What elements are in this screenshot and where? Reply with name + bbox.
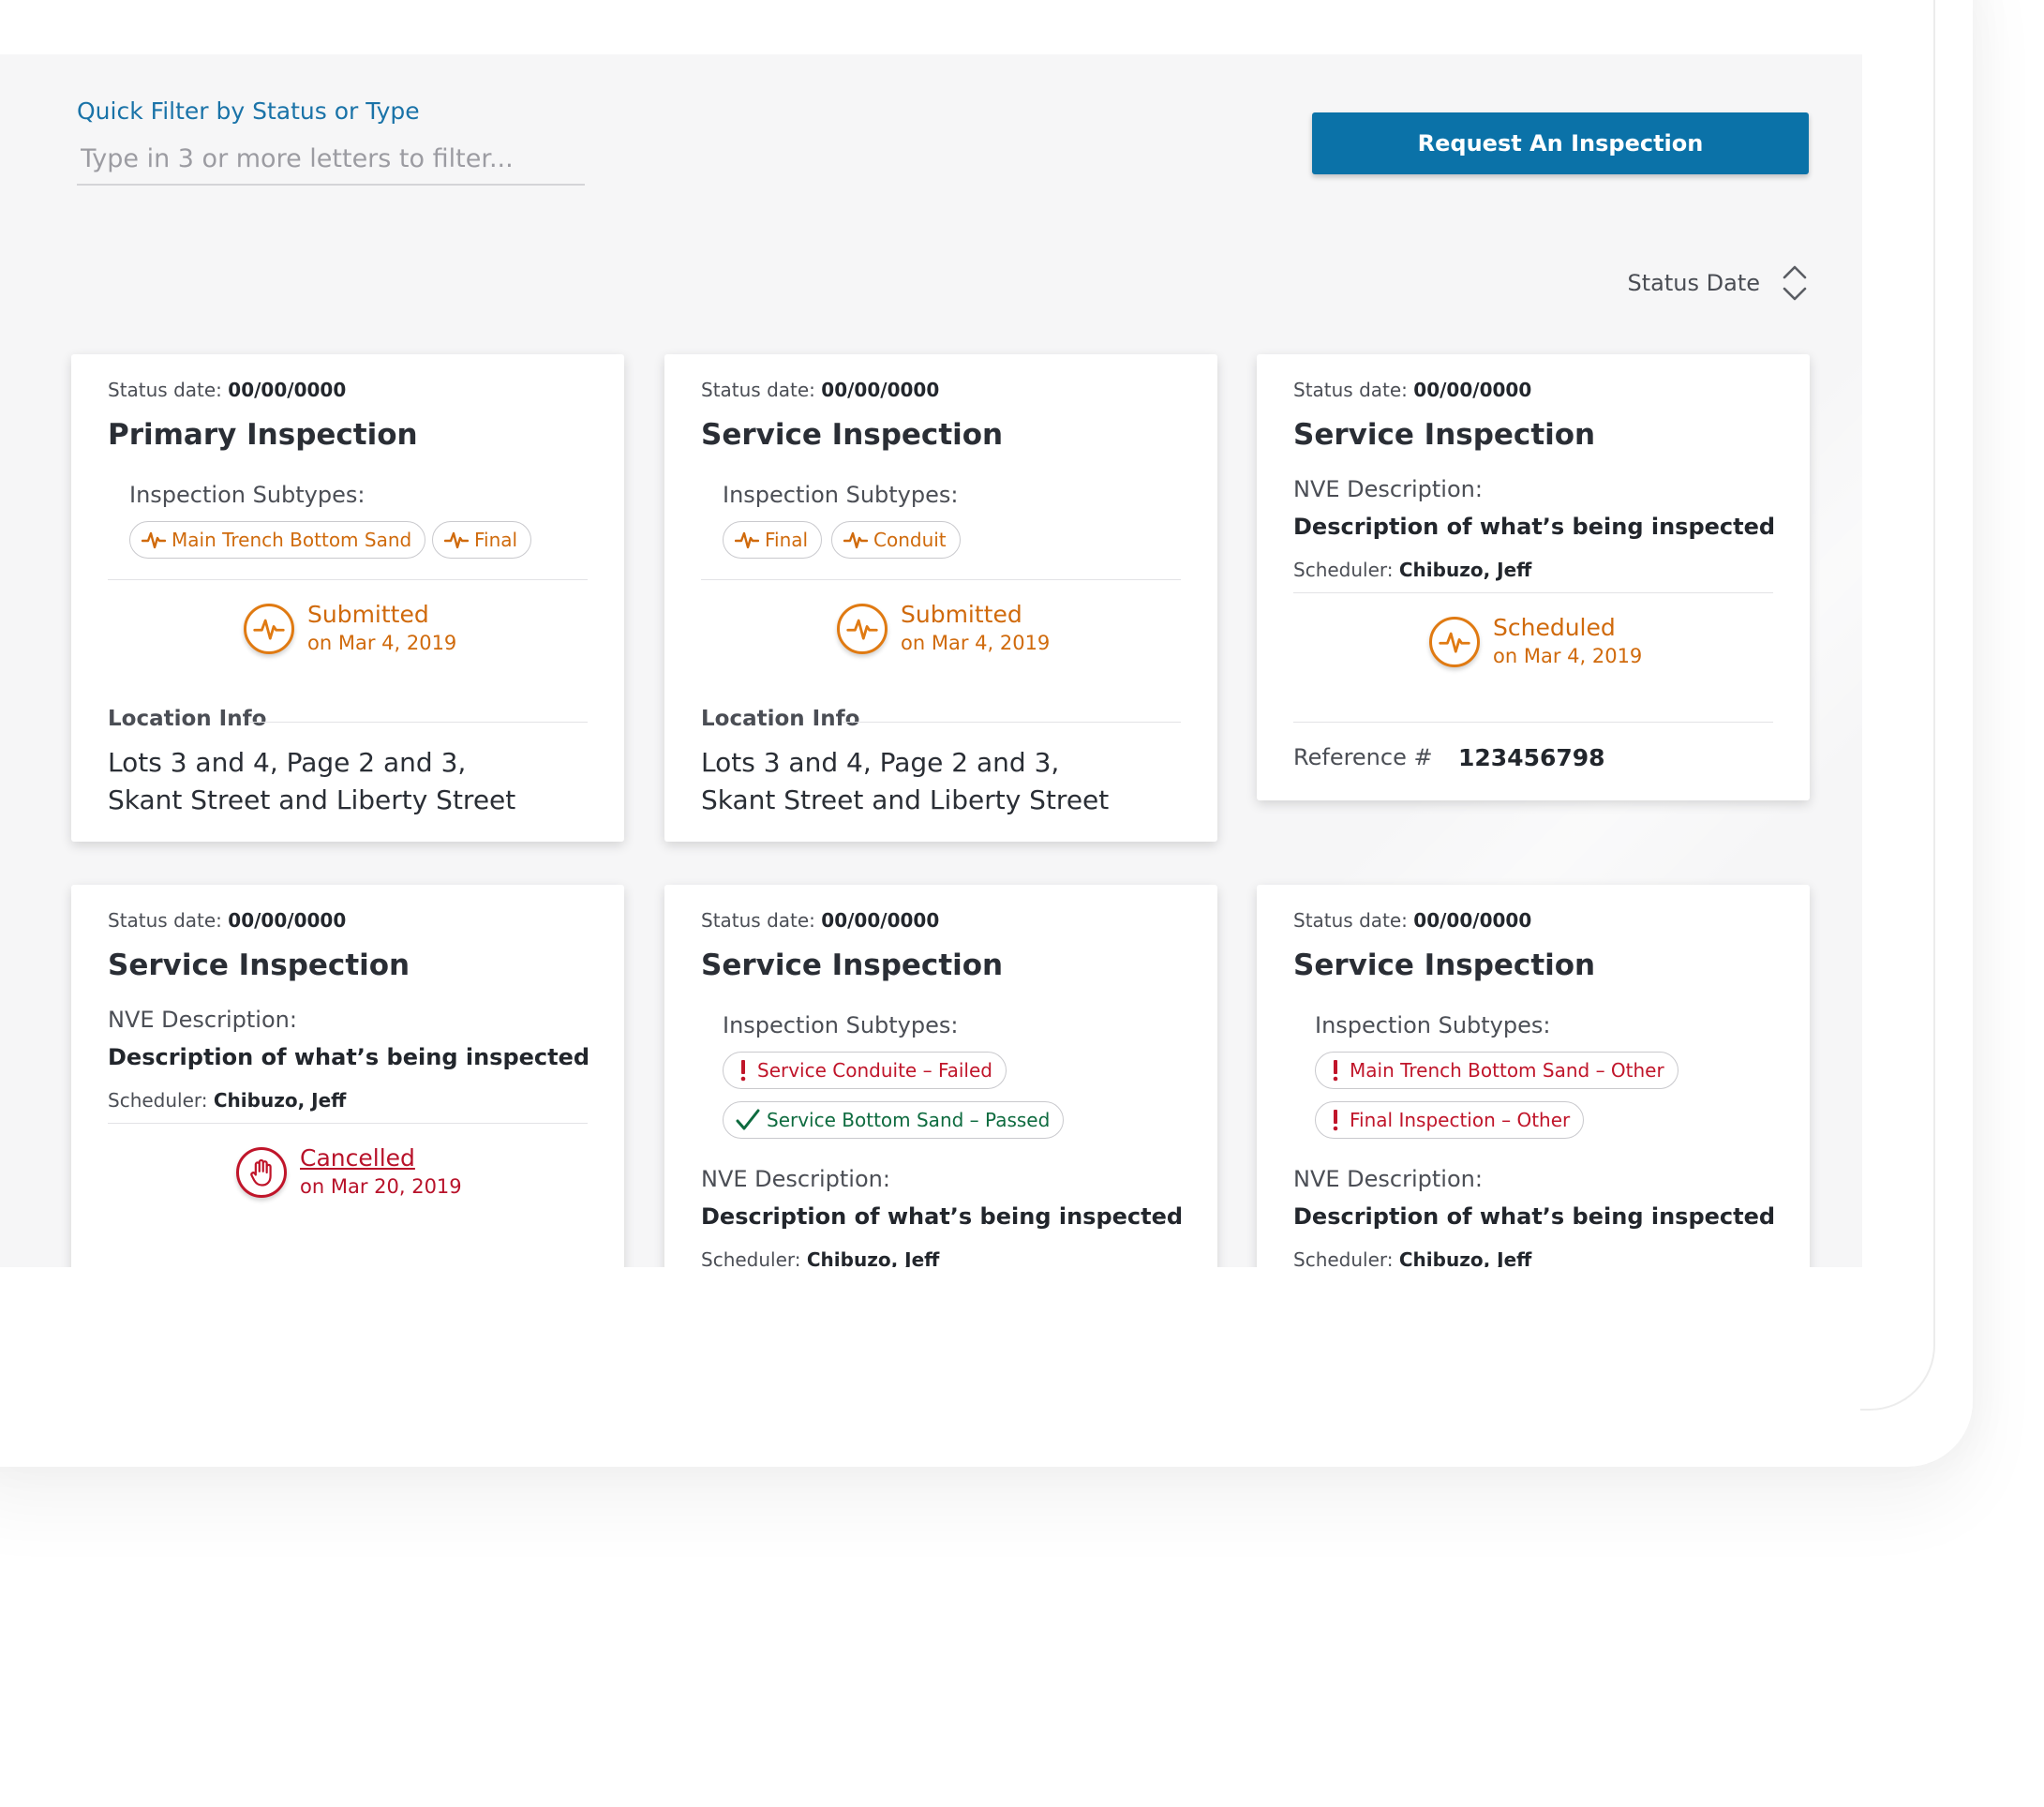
card-title: Service Inspection xyxy=(701,948,1004,982)
location-text: Lots 3 and 4, Page 2 and 3, Skant Street… xyxy=(701,747,1110,815)
status-on-date: on Mar 4, 2019 xyxy=(307,632,457,654)
divider xyxy=(108,1123,588,1124)
status-block: Cancelled on Mar 20, 2019 xyxy=(236,1143,462,1200)
status-date: Status date: 00/00/0000 xyxy=(1293,379,1532,401)
inspection-card[interactable]: Status date: 00/00/0000 Service Inspecti… xyxy=(664,885,1217,1267)
scheduler: Scheduler: Chibuzo, Jeff xyxy=(108,1089,347,1112)
quick-filter-label: Quick Filter by Status or Type xyxy=(77,97,420,125)
status-on-date: on Mar 4, 2019 xyxy=(901,632,1051,654)
subtype-pill[interactable]: Final xyxy=(432,521,532,559)
exclamation-icon xyxy=(1333,1060,1338,1082)
status-circle xyxy=(837,604,888,654)
status-circle xyxy=(236,1147,287,1198)
status-date: Status date: 00/00/0000 xyxy=(701,379,940,401)
nve-description: Description of what’s being inspected xyxy=(108,1044,590,1070)
subtype-pill[interactable]: Service Conduite – Failed xyxy=(723,1052,1007,1089)
scheduler: Scheduler: Chibuzo, Jeff xyxy=(1293,559,1532,581)
inspection-card[interactable]: Status date: 00/00/0000 Primary Inspecti… xyxy=(71,354,624,842)
location-label: Location Info xyxy=(701,707,860,731)
subtypes-label: Inspection Subtypes: xyxy=(723,482,959,508)
inspection-card[interactable]: Status date: 00/00/0000 Service Inspecti… xyxy=(1257,885,1810,1267)
inspection-card[interactable]: Status date: 00/00/0000 Service Inspecti… xyxy=(71,885,624,1267)
subtype-pill[interactable]: Final Inspection – Other xyxy=(1315,1101,1585,1139)
pulse-icon xyxy=(1439,632,1470,653)
nve-description: Description of what’s being inspected xyxy=(1293,1203,1776,1230)
card-title: Service Inspection xyxy=(1293,948,1596,982)
divider xyxy=(1293,722,1773,723)
pulse-icon xyxy=(735,531,759,549)
status-block: Scheduled on Mar 4, 2019 xyxy=(1429,613,1642,669)
sort-label: Status Date xyxy=(1627,270,1760,296)
status-date: Status date: 00/00/0000 xyxy=(108,379,347,401)
location-divider xyxy=(843,722,1181,723)
status-circle xyxy=(1429,617,1480,667)
subtypes-label: Inspection Subtypes: xyxy=(723,1012,959,1038)
nve-description: Description of what’s being inspected xyxy=(1293,514,1776,540)
hand-stop-icon xyxy=(250,1158,272,1187)
subtype-pill[interactable]: Service Bottom Sand – Passed xyxy=(723,1101,1065,1139)
card-title: Service Inspection xyxy=(701,418,1004,452)
subtypes-label: Inspection Subtypes: xyxy=(129,482,366,508)
device-frame: Quick Filter by Status or Type Request A… xyxy=(0,0,1973,1467)
app-screen: Quick Filter by Status or Type Request A… xyxy=(0,54,1862,1267)
status-circle xyxy=(244,604,294,654)
card-title: Primary Inspection xyxy=(108,418,418,452)
status-on-date: on Mar 20, 2019 xyxy=(300,1175,462,1198)
subtype-pill[interactable]: Main Trench Bottom Sand xyxy=(129,521,426,559)
subtype-pill[interactable]: Final xyxy=(723,521,823,559)
pulse-icon xyxy=(444,531,469,549)
status-text: Submitted xyxy=(901,601,1022,628)
pulse-icon xyxy=(846,619,878,640)
divider xyxy=(108,579,588,580)
location-divider xyxy=(249,722,588,723)
subtypes-label: Inspection Subtypes: xyxy=(1315,1012,1551,1038)
divider xyxy=(1293,592,1773,593)
scheduler: Scheduler: Chibuzo, Jeff xyxy=(1293,1248,1532,1267)
request-inspection-button[interactable]: Request An Inspection xyxy=(1312,112,1809,174)
device-edge xyxy=(1860,0,1935,1411)
reference-value: 123456798 xyxy=(1458,744,1605,771)
check-icon xyxy=(736,1109,760,1130)
location-label: Location Info xyxy=(108,707,267,731)
exclamation-icon xyxy=(740,1060,746,1082)
cancelled-link[interactable]: Cancelled xyxy=(300,1143,462,1173)
exclamation-icon xyxy=(1333,1110,1338,1131)
card-title: Service Inspection xyxy=(1293,418,1596,452)
nve-label: NVE Description: xyxy=(108,1007,297,1033)
pulse-icon xyxy=(253,619,285,640)
inspection-card[interactable]: Status date: 00/00/0000 Service Inspecti… xyxy=(664,354,1217,842)
sort-control[interactable]: Status Date xyxy=(1628,262,1809,304)
nve-label: NVE Description: xyxy=(1293,1166,1483,1192)
status-on-date: on Mar 4, 2019 xyxy=(1493,645,1643,667)
location-text: Lots 3 and 4, Page 2 and 3, Skant Street… xyxy=(108,747,516,815)
scheduler: Scheduler: Chibuzo, Jeff xyxy=(701,1248,940,1267)
status-date: Status date: 00/00/0000 xyxy=(1293,909,1532,932)
status-text: Scheduled xyxy=(1493,614,1616,641)
inspection-card[interactable]: Status date: 00/00/0000 Service Inspecti… xyxy=(1257,354,1810,800)
reference-label: Reference # xyxy=(1293,744,1433,770)
status-block: Submitted on Mar 4, 2019 xyxy=(244,600,456,656)
subtype-pill[interactable]: Conduit xyxy=(831,521,961,559)
divider xyxy=(701,579,1181,580)
status-date: Status date: 00/00/0000 xyxy=(108,909,347,932)
pulse-icon xyxy=(843,531,868,549)
nve-label: NVE Description: xyxy=(1293,476,1483,502)
quick-filter-input[interactable] xyxy=(77,133,585,186)
nve-description: Description of what’s being inspected xyxy=(701,1203,1184,1230)
status-date: Status date: 00/00/0000 xyxy=(701,909,940,932)
status-text: Submitted xyxy=(307,601,429,628)
pulse-icon xyxy=(142,531,166,549)
sort-chevrons-icon[interactable] xyxy=(1781,262,1809,304)
status-block: Submitted on Mar 4, 2019 xyxy=(837,600,1050,656)
card-title: Service Inspection xyxy=(108,948,410,982)
subtype-pill[interactable]: Main Trench Bottom Sand – Other xyxy=(1315,1052,1678,1089)
nve-label: NVE Description: xyxy=(701,1166,890,1192)
